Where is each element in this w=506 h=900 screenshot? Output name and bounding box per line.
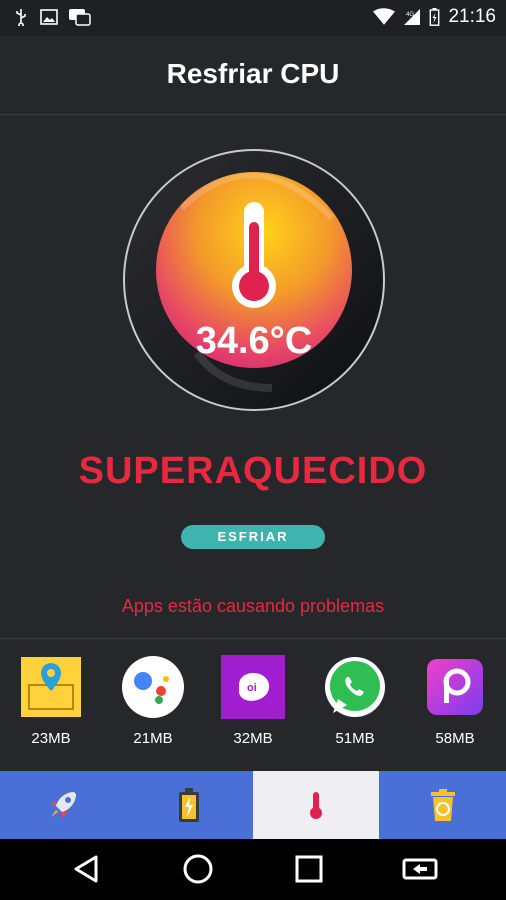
list-item[interactable]: 23MB	[6, 655, 96, 747]
cool-button[interactable]: ESFRIAR	[181, 525, 325, 549]
app-size: 21MB	[133, 730, 173, 747]
back-icon	[74, 855, 98, 883]
overheat-status: SUPERAQUECIDO	[78, 450, 428, 492]
maps-app-icon	[21, 657, 81, 717]
list-item[interactable]: 51MB	[310, 655, 400, 747]
divider	[0, 638, 506, 639]
battery-charge-icon	[179, 788, 199, 822]
page-title: Resfriar CPU	[166, 58, 340, 89]
app-size: 58MB	[435, 730, 475, 747]
wifi-icon	[373, 8, 396, 25]
home-icon	[183, 854, 213, 884]
recents-icon	[295, 855, 323, 883]
temperature-value: 34.6°C	[195, 320, 313, 362]
app-size: 51MB	[335, 730, 375, 747]
list-item[interactable]: oi 32MB	[208, 655, 298, 747]
recents-button[interactable]	[289, 851, 329, 887]
problem-apps-list: 23MB 21MB oi 32MB 51MB 58MB	[0, 655, 506, 755]
image-icon	[40, 9, 58, 25]
whatsapp-icon	[325, 657, 385, 717]
svg-text:oi: oi	[247, 682, 257, 694]
home-button[interactable]	[178, 851, 218, 887]
picsart-icon	[427, 659, 483, 715]
app-size: 23MB	[31, 730, 71, 747]
google-assistant-icon	[122, 656, 184, 718]
svg-text:4G: 4G	[406, 12, 414, 18]
bottom-tab-bar	[0, 771, 506, 839]
problem-apps-warning: Apps estão causando problemas	[121, 596, 385, 616]
clock: 21:16	[448, 6, 496, 27]
tab-booster[interactable]	[0, 771, 126, 839]
list-item[interactable]: 21MB	[108, 655, 198, 747]
rotate-button[interactable]	[400, 851, 440, 887]
tab-cleaner[interactable]	[380, 771, 506, 839]
chat-icon	[69, 9, 91, 26]
trash-recycle-icon	[431, 789, 455, 821]
tab-battery[interactable]	[126, 771, 252, 839]
system-navigation-bar	[0, 839, 506, 900]
signal-4g-icon: 4G	[404, 9, 421, 25]
screen-rotate-icon	[402, 858, 438, 880]
rocket-icon	[50, 792, 76, 818]
app-bar: Resfriar CPU	[0, 36, 506, 115]
thermometer-icon	[310, 792, 322, 819]
usb-icon	[16, 9, 26, 26]
temperature-gauge: 34.6°C	[122, 148, 386, 412]
tab-cpu-cooler[interactable]	[253, 771, 379, 839]
back-button[interactable]	[66, 851, 106, 887]
app-size: 32MB	[233, 730, 273, 747]
oi-app-icon: oi	[221, 655, 285, 719]
status-bar: 4G 21:16	[0, 0, 506, 36]
battery-icon	[430, 8, 440, 26]
list-item[interactable]: 58MB	[410, 655, 500, 747]
